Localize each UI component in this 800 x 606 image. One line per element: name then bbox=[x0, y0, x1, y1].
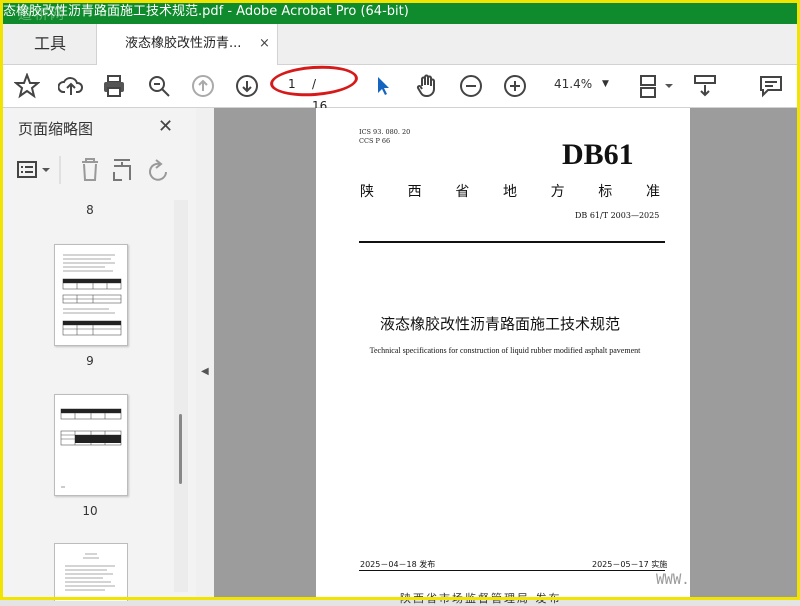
extract-page-icon[interactable] bbox=[113, 159, 131, 181]
doc-ics: ICS 93. 080. 20 bbox=[359, 128, 411, 136]
thumbnail-options-icon[interactable] bbox=[17, 161, 50, 178]
panel-toolbar bbox=[10, 152, 182, 188]
doc-header-rule bbox=[359, 241, 665, 243]
scroll-mode-icon[interactable] bbox=[692, 73, 718, 99]
select-cursor-icon[interactable] bbox=[370, 73, 396, 99]
cloud-upload-icon[interactable] bbox=[57, 73, 84, 99]
hand-tool-icon[interactable] bbox=[414, 73, 440, 99]
page-up-icon[interactable] bbox=[190, 73, 216, 99]
collapse-panel-handle[interactable]: ◀ bbox=[196, 108, 214, 600]
doc-code: DB61 bbox=[562, 138, 634, 171]
thumbnail-page[interactable] bbox=[54, 244, 128, 346]
doc-standard-number: DB 61/T 2003—2025 bbox=[575, 211, 660, 220]
chevron-down-icon: ▼ bbox=[602, 79, 609, 89]
doc-standard-type: 陕 西 省 地 方 标 准 bbox=[360, 181, 660, 201]
zoom-value: 41.4% bbox=[554, 77, 593, 91]
chevron-left-icon: ◀ bbox=[201, 366, 209, 377]
scrollbar-thumb[interactable] bbox=[179, 414, 182, 484]
doc-title-en: Technical specifications for constructio… bbox=[369, 346, 641, 355]
panel-title: 页面缩略图 bbox=[18, 120, 94, 138]
site-watermark: 道桥网 bbox=[18, 7, 66, 23]
doc-type-char: 西 bbox=[407, 184, 422, 200]
thumbnail-content bbox=[65, 553, 115, 591]
doc-publish-date: 2025－04－18 发布 bbox=[360, 560, 436, 569]
doc-title-cn: 液态橡胶改性沥青路面施工技术规范 bbox=[379, 315, 620, 333]
tab-tools-label: 工具 bbox=[34, 34, 67, 53]
thumbnail-content bbox=[62, 254, 122, 336]
delete-page-icon[interactable] bbox=[82, 158, 98, 181]
tab-bar: 工具 液态橡胶改性沥青... × bbox=[0, 24, 800, 65]
page-down-icon[interactable] bbox=[234, 73, 260, 99]
doc-type-char: 方 bbox=[550, 184, 565, 200]
rotate-page-icon[interactable] bbox=[149, 159, 167, 181]
doc-implement-date: 2025－05－17 实施 bbox=[592, 560, 668, 569]
thumbnail-page[interactable] bbox=[54, 543, 128, 601]
doc-type-char: 准 bbox=[645, 184, 660, 200]
zoom-select[interactable]: 41.4% ▼ bbox=[546, 73, 616, 95]
comment-icon[interactable] bbox=[758, 73, 784, 99]
doc-publisher: 陕西省市场监督管理局 发布 bbox=[400, 592, 562, 605]
zoom-out-icon[interactable] bbox=[458, 73, 484, 99]
thumbnail-content bbox=[60, 408, 122, 488]
doc-type-char: 地 bbox=[502, 184, 517, 200]
print-icon[interactable] bbox=[101, 73, 127, 99]
thumbnail-label: 10 bbox=[82, 504, 98, 518]
doc-footer-rule bbox=[359, 570, 665, 571]
search-zoom-icon[interactable] bbox=[146, 73, 172, 99]
doc-type-char: 标 bbox=[598, 184, 613, 200]
zoom-in-icon[interactable] bbox=[502, 73, 528, 99]
bookmark-star-icon[interactable] bbox=[13, 72, 41, 99]
thumbnail-page[interactable] bbox=[54, 394, 128, 496]
doc-type-char: 陕 bbox=[360, 184, 374, 200]
doc-type-char: 省 bbox=[455, 184, 470, 200]
site-watermark-url: WWW. bbox=[656, 572, 690, 588]
tab-document[interactable]: 液态橡胶改性沥青... × bbox=[96, 24, 278, 65]
fit-page-icon[interactable] bbox=[636, 73, 676, 99]
tab-tools[interactable]: 工具 bbox=[0, 24, 96, 64]
doc-classification: ICS 93. 080. 20 CCS P 66 bbox=[359, 128, 410, 146]
window-titlebar: 态橡胶改性沥青路面施工技术规范.pdf - Adobe Acrobat Pro … bbox=[0, 0, 800, 24]
thumbnail-label: 8 bbox=[86, 203, 94, 217]
thumbnail-label: 9 bbox=[86, 354, 94, 368]
thumbnail-scrollbar[interactable] bbox=[174, 200, 188, 592]
tab-close-button[interactable]: × bbox=[259, 24, 270, 64]
main-toolbar bbox=[0, 65, 800, 108]
doc-ccs: CCS P 66 bbox=[359, 137, 391, 145]
panel-close-button[interactable]: ✕ bbox=[158, 116, 173, 137]
tab-document-label: 液态橡胶改性沥青... bbox=[125, 36, 242, 51]
